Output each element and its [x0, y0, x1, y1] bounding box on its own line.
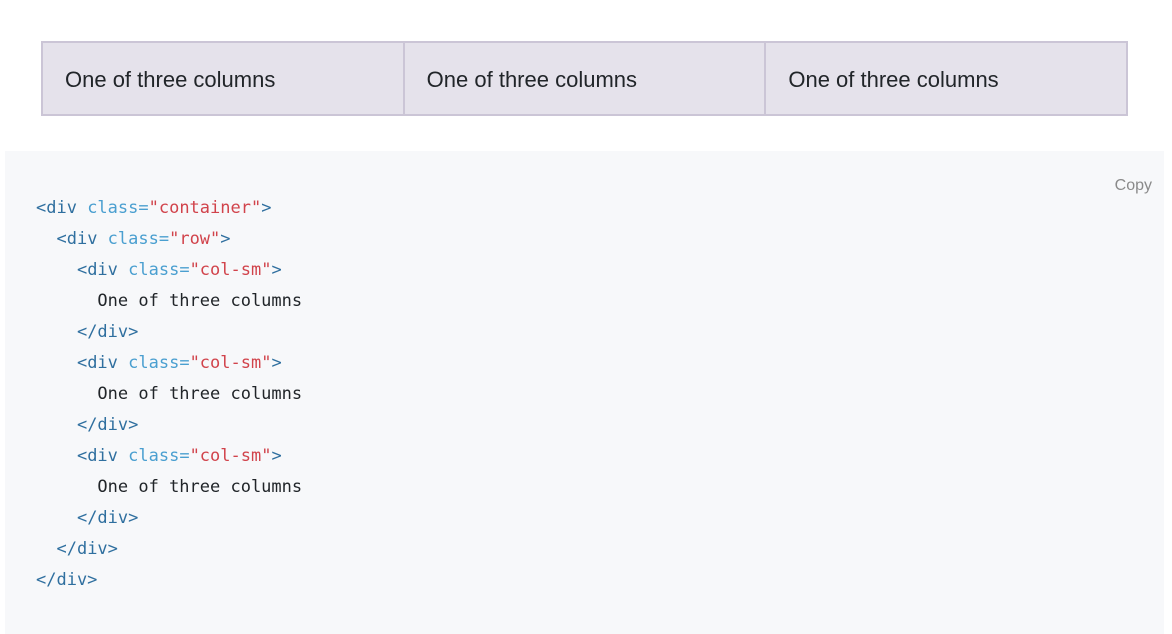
code-tag: <div: [36, 198, 77, 218]
code-tag: </div>: [76, 508, 139, 528]
code-tag: >: [271, 260, 282, 280]
code-block: Copy <div class="container"> <div class=…: [5, 151, 1164, 634]
copy-button[interactable]: Copy: [1115, 177, 1152, 195]
code-tag: >: [220, 229, 231, 249]
code-attr: class=: [117, 353, 190, 373]
code-tag: </div>: [56, 539, 118, 559]
code-line: <div class="col-sm">: [36, 353, 282, 373]
code-snippet: <div class="container"> <div class="row"…: [36, 193, 302, 596]
example-preview: One of three columns One of three column…: [5, 5, 1164, 151]
code-attr-value: "col-sm": [189, 446, 272, 466]
code-line: </div>: [36, 539, 118, 559]
code-attr-value: "col-sm": [189, 353, 272, 373]
code-line: <div class="container">: [36, 198, 271, 218]
code-line: One of three columns: [36, 384, 302, 404]
code-tag: >: [271, 446, 282, 466]
code-line: <div class="row">: [36, 229, 231, 249]
code-line: </div>: [36, 508, 138, 528]
code-line: <div class="col-sm">: [36, 260, 282, 280]
code-tag: </div>: [36, 570, 98, 590]
code-tag: </div>: [76, 415, 139, 435]
code-attr: class=: [117, 260, 190, 280]
code-text: One of three columns: [97, 384, 303, 404]
code-line: One of three columns: [36, 291, 302, 311]
code-line: One of three columns: [36, 477, 302, 497]
column-3: One of three columns: [766, 41, 1129, 116]
code-line: </div>: [36, 322, 138, 342]
code-attr: class=: [76, 198, 149, 218]
example-row: One of three columns One of three column…: [41, 41, 1129, 116]
code-line: </div>: [36, 415, 138, 435]
code-attr-value: "col-sm": [189, 260, 272, 280]
code-line: </div>: [36, 570, 97, 590]
code-text: One of three columns: [97, 291, 303, 311]
code-tag: >: [271, 353, 282, 373]
code-tag: >: [261, 198, 272, 218]
code-tag: <div: [56, 229, 98, 249]
code-tag: <div: [76, 353, 118, 373]
code-line: <div class="col-sm">: [36, 446, 282, 466]
column-1: One of three columns: [41, 41, 405, 116]
code-attr: class=: [97, 229, 170, 249]
code-tag: </div>: [76, 322, 139, 342]
column-2: One of three columns: [404, 41, 767, 116]
code-lines: <div class="container"> <div class="row"…: [36, 198, 302, 590]
code-attr-value: "row": [169, 229, 221, 249]
code-tag: <div: [76, 446, 118, 466]
code-attr: class=: [117, 446, 190, 466]
code-tag: <div: [76, 260, 118, 280]
code-text: One of three columns: [97, 477, 303, 497]
code-attr-value: "container": [148, 198, 262, 218]
